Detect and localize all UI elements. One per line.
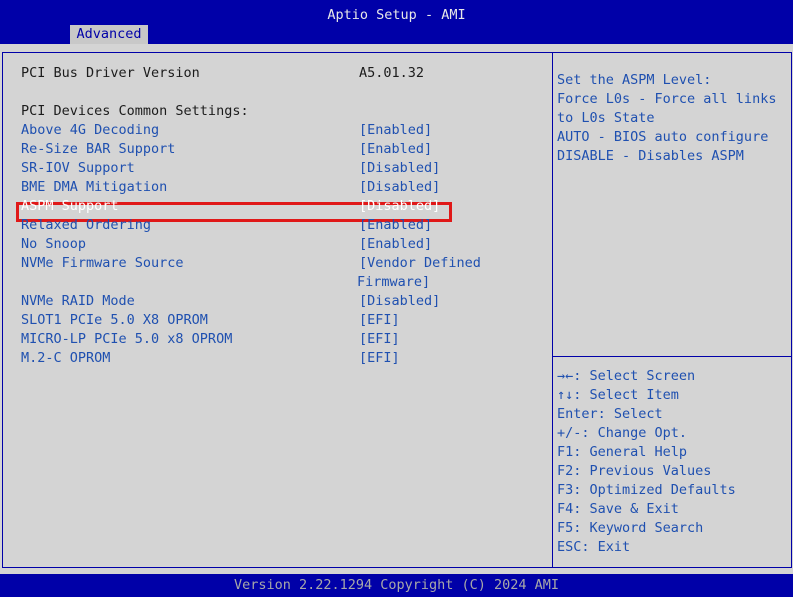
setting-value[interactable]: [Disabled] [359,292,440,311]
help-line: to L0s State [557,110,655,126]
setting-value[interactable]: [Vendor Defined [359,254,481,273]
tab-advanced[interactable]: Advanced [70,25,148,44]
driver-version-value: A5.01.32 [359,65,425,81]
setting-value-continued: Firmware] [357,274,431,290]
section-heading-label: PCI Devices Common Settings: [21,103,249,119]
setting-row-m2c-oprom[interactable]: M.2-C OPROM [EFI] [21,349,541,368]
setting-value[interactable]: [Disabled] [359,159,440,178]
key-hint: F2: Previous Values [557,463,712,479]
setting-row-no-snoop[interactable]: No Snoop [Enabled] [21,235,541,254]
key-hint: ↑↓: Select Item [557,387,679,403]
help-panel: Set the ASPM Level: Force L0s - Force al… [552,52,792,568]
setting-row-bme-dma-mitigation[interactable]: BME DMA Mitigation [Disabled] [21,178,541,197]
setting-label: ASPM Support [21,198,119,214]
section-heading: PCI Devices Common Settings: [21,102,541,121]
item-help: Set the ASPM Level: Force L0s - Force al… [557,71,787,166]
setting-value[interactable]: [Disabled] [359,197,440,216]
key-hint: Enter: Select [557,406,663,422]
help-divider [553,356,791,357]
footer-bar: Version 2.22.1294 Copyright (C) 2024 AMI [0,574,793,597]
setting-label: Above 4G Decoding [21,122,160,138]
settings-panel: PCI Bus Driver Version A5.01.32 PCI Devi… [2,52,553,568]
setting-value[interactable]: [Enabled] [359,216,432,235]
setting-label: Re-Size BAR Support [21,141,176,157]
setting-row-nvme-firmware-source[interactable]: NVMe Firmware Source [Vendor Defined Fir… [21,254,541,292]
driver-version-label: PCI Bus Driver Version [21,65,200,81]
key-hint: F1: General Help [557,444,688,460]
version-text: Version 2.22.1294 Copyright (C) 2024 AMI [233,577,560,593]
setting-value[interactable]: [EFI] [359,349,400,368]
key-hint: F3: Optimized Defaults [557,482,736,498]
key-hint: ESC: Exit [557,539,631,555]
setting-label: Relaxed Ordering [21,217,152,233]
setting-value[interactable]: [Disabled] [359,178,440,197]
setup-content: PCI Bus Driver Version A5.01.32 PCI Devi… [0,44,793,574]
setting-value[interactable]: [EFI] [359,311,400,330]
key-hint: +/-: Change Opt. [557,425,688,441]
setting-row-sr-iov-support[interactable]: SR-IOV Support [Disabled] [21,159,541,178]
setting-row-nvme-raid-mode[interactable]: NVMe RAID Mode [Disabled] [21,292,541,311]
key-hint: F5: Keyword Search [557,520,704,536]
help-line: Set the ASPM Level: [557,72,712,88]
help-line: Force L0s - Force all links [557,91,777,107]
setting-label: NVMe RAID Mode [21,293,135,309]
driver-version-row: PCI Bus Driver Version A5.01.32 [21,64,541,83]
setting-value[interactable]: [Enabled] [359,121,432,140]
key-hint: F4: Save & Exit [557,501,679,517]
setting-row-relaxed-ordering[interactable]: Relaxed Ordering [Enabled] [21,216,541,235]
help-line: DISABLE - Disables ASPM [557,148,744,164]
setting-row-micro-lp-oprom[interactable]: MICRO-LP PCIe 5.0 x8 OPROM [EFI] [21,330,541,349]
help-line: AUTO - BIOS auto configure [557,129,769,145]
setting-value[interactable]: [EFI] [359,330,400,349]
setting-label: M.2-C OPROM [21,350,111,366]
app-title: Aptio Setup - AMI [327,7,466,23]
setting-label: SR-IOV Support [21,160,135,176]
key-legend: →←: Select Screen ↑↓: Select Item Enter:… [557,367,787,557]
setting-value[interactable]: [Enabled] [359,140,432,159]
setting-row-resize-bar-support[interactable]: Re-Size BAR Support [Enabled] [21,140,541,159]
setting-row-aspm-support[interactable]: ASPM Support [Disabled] [21,197,541,216]
setting-label: No Snoop [21,236,87,252]
key-hint: →←: Select Screen [557,368,696,384]
setting-row-slot1-oprom[interactable]: SLOT1 PCIe 5.0 X8 OPROM [EFI] [21,311,541,330]
setting-label: SLOT1 PCIe 5.0 X8 OPROM [21,312,208,328]
setting-row-above-4g-decoding[interactable]: Above 4G Decoding [Enabled] [21,121,541,140]
setting-label: NVMe Firmware Source [21,255,184,271]
setting-label: BME DMA Mitigation [21,179,168,195]
setting-value[interactable]: [Enabled] [359,235,432,254]
setting-label: MICRO-LP PCIe 5.0 x8 OPROM [21,331,233,347]
title-bar: Aptio Setup - AMI Advanced [0,0,793,44]
